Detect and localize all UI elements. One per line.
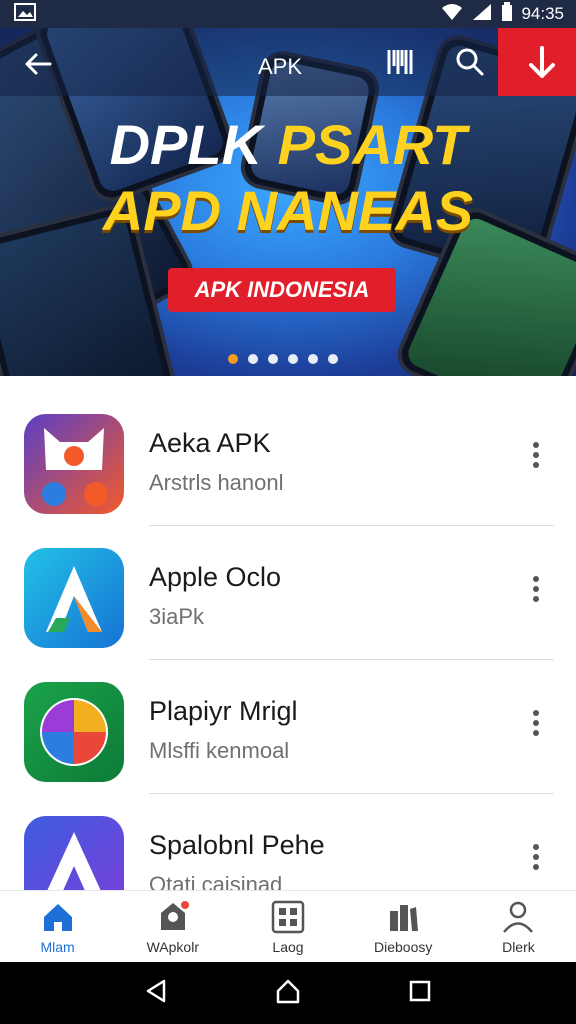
status-bar: 94:35 xyxy=(0,0,576,28)
barcode-scan-icon[interactable] xyxy=(386,46,414,78)
carousel-dot[interactable] xyxy=(328,354,338,364)
app-name: Apple Oclo xyxy=(149,562,282,592)
nav-item-store[interactable]: WApkolr xyxy=(115,891,230,962)
fox-icon[interactable] xyxy=(24,414,124,514)
wifi-icon xyxy=(441,3,463,26)
person-icon xyxy=(503,901,534,933)
list-item[interactable]: Apple Oclo 3iaPk xyxy=(0,526,576,660)
app-name: Plapiyr Mrigl xyxy=(149,696,298,726)
more-vert-icon[interactable] xyxy=(524,440,548,470)
recents-square-icon[interactable] xyxy=(406,977,434,1010)
back-triangle-icon[interactable] xyxy=(142,977,170,1010)
nav-item-home[interactable]: Mlam xyxy=(0,891,115,962)
carousel-dot[interactable] xyxy=(288,354,298,364)
a-logo-icon[interactable] xyxy=(24,548,124,648)
app-name: Spalobnl Pehe xyxy=(149,830,325,860)
carousel-dot[interactable] xyxy=(268,354,278,364)
hero-banner[interactable]: APK DPLK PSART APD NANEAS APK INDONESIA xyxy=(0,28,576,376)
battery-icon xyxy=(501,1,513,27)
home-icon xyxy=(43,904,72,931)
grid-icon xyxy=(271,900,305,934)
app-subtitle: Mlsffi kenmoal xyxy=(149,738,290,763)
hero-tag: APK INDONESIA xyxy=(168,268,396,312)
download-icon xyxy=(529,46,555,78)
carousel-dot[interactable] xyxy=(228,354,238,364)
app-bar: APK xyxy=(0,28,576,96)
carousel-indicator[interactable] xyxy=(228,354,338,364)
list-item[interactable]: Aeka APK Arstrls hanonl xyxy=(0,392,576,526)
download-button[interactable] xyxy=(498,28,576,96)
more-vert-icon[interactable] xyxy=(524,842,548,872)
app-subtitle: Arstrls hanonl xyxy=(149,470,284,495)
back-arrow-icon[interactable] xyxy=(22,48,54,80)
system-navigation-bar xyxy=(0,962,576,1024)
more-vert-icon[interactable] xyxy=(524,574,548,604)
app-name: Aeka APK xyxy=(149,428,271,458)
hero-headline-line2: APD NANEAS xyxy=(102,179,474,242)
nav-item-library[interactable]: Dieboosy xyxy=(346,891,461,962)
hero-headline-line1: DPLK PSART xyxy=(109,113,467,176)
library-icon xyxy=(390,905,419,931)
bottom-navigation: Mlam WApkolr Laog Dieboosy Dlerk xyxy=(0,890,576,962)
app-list: Aeka APK Arstrls hanonl Apple Oclo 3iaPk… xyxy=(0,392,576,928)
clock: 94:35 xyxy=(521,4,564,23)
image-notification-icon xyxy=(14,2,36,26)
page-title: APK xyxy=(258,54,303,79)
signal-icon xyxy=(471,3,493,26)
app-subtitle: 3iaPk xyxy=(149,604,205,629)
list-item[interactable]: Plapiyr Mrigl Mlsffi kenmoal xyxy=(0,660,576,794)
home-button-icon[interactable] xyxy=(274,977,302,1010)
swirl-icon[interactable] xyxy=(24,682,124,782)
nav-item-profile[interactable]: Dlerk xyxy=(461,891,576,962)
carousel-dot[interactable] xyxy=(308,354,318,364)
more-vert-icon[interactable] xyxy=(524,708,548,738)
search-icon[interactable] xyxy=(454,46,486,78)
store-icon xyxy=(160,901,189,930)
nav-item-grid[interactable]: Laog xyxy=(230,891,345,962)
carousel-dot[interactable] xyxy=(248,354,258,364)
